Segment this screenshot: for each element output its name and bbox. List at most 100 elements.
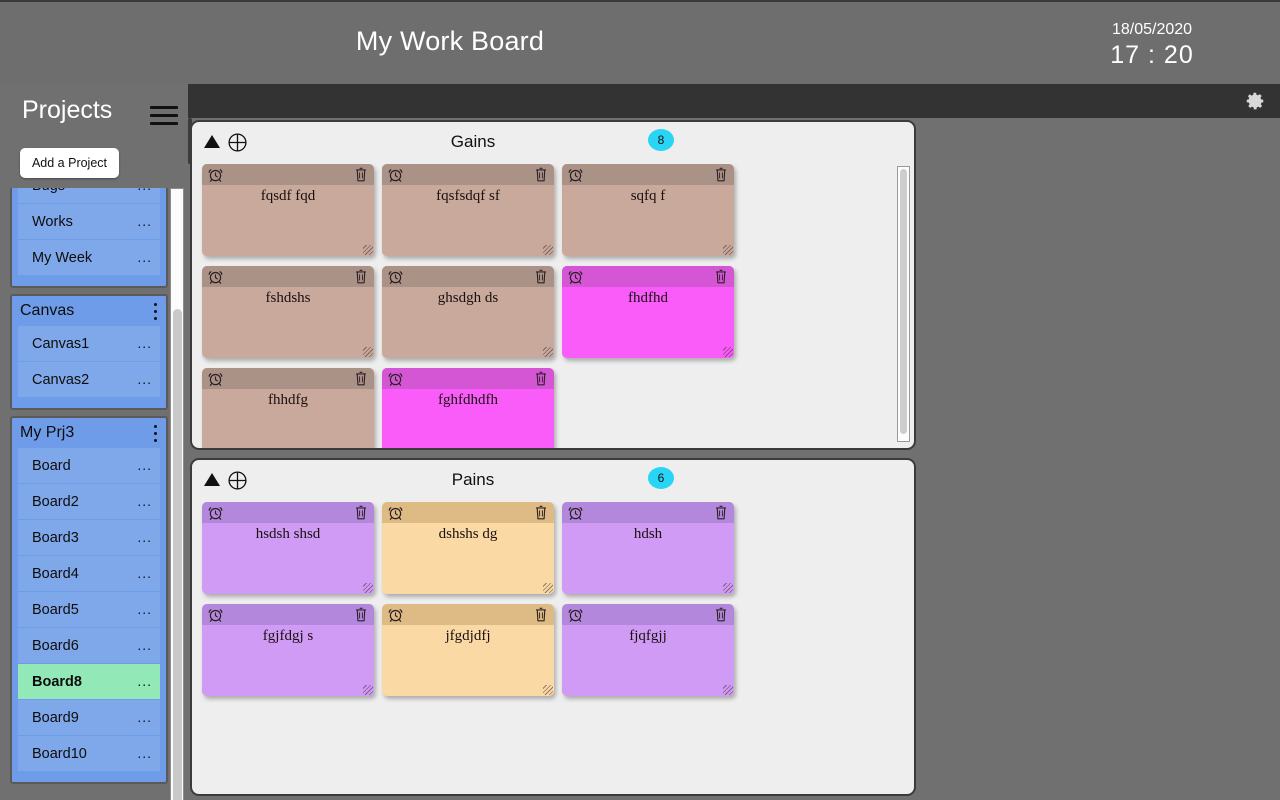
column-scrollbar[interactable] [897,166,910,442]
sidebar-item-menu-icon[interactable]: ... [137,674,152,688]
sidebar-item-board2[interactable]: Board2... [18,484,160,520]
column-card-list: hsdsh shsd dshshs dg hdsh fgjfdgj s jfgdjdfj… [192,502,914,794]
delete-card-icon[interactable] [714,166,728,183]
sidebar-item-menu-icon[interactable]: ... [137,638,152,652]
card[interactable]: sqfq f [562,164,734,256]
project-group-header[interactable]: Canvas [12,296,166,326]
card-header [202,502,374,523]
clock-widget: 18/05/2020 17 : 20 [1042,20,1262,70]
sidebar-item-label: Canvas1 [32,335,90,352]
card-resize-handle[interactable] [543,583,553,593]
card[interactable]: fhhdfg [202,368,374,448]
sidebar-item-menu-icon[interactable]: ... [137,494,152,508]
sidebar-item-menu-icon[interactable]: ... [137,602,152,616]
delete-card-icon[interactable] [534,166,548,183]
project-group-menu-icon[interactable] [154,303,158,320]
add-card-icon[interactable] [227,470,248,491]
card[interactable]: ghsdgh ds [382,266,554,358]
sidebar-item-works[interactable]: Works... [18,204,160,240]
card-resize-handle[interactable] [543,347,553,357]
card-resize-handle[interactable] [723,347,733,357]
card[interactable]: fjqfgjj [562,604,734,696]
triangle-up-icon[interactable] [204,135,220,148]
card-text: hsdsh shsd [255,526,321,542]
project-group: Canvas Canvas1... Canvas2... [10,294,168,410]
card[interactable]: fqsfsdqf sf [382,164,554,256]
delete-card-icon[interactable] [354,504,368,521]
sidebar-item-menu-icon[interactable]: ... [137,566,152,580]
card[interactable]: fghfdhdfh [382,368,554,448]
sidebar-item-menu-icon[interactable]: ... [137,530,152,544]
card-resize-handle[interactable] [543,685,553,695]
card-resize-handle[interactable] [363,583,373,593]
sidebar-item-bugs[interactable]: Bugs... [18,188,160,204]
gear-icon[interactable] [1244,90,1266,112]
card-resize-handle[interactable] [363,347,373,357]
delete-card-icon[interactable] [534,504,548,521]
sidebar-item-canvas1[interactable]: Canvas1... [18,326,160,362]
card-resize-handle[interactable] [723,583,733,593]
delete-card-icon[interactable] [714,504,728,521]
card[interactable]: fgjfdgj s [202,604,374,696]
sidebar-item-my-week[interactable]: My Week... [18,240,160,276]
sidebar-item-label: Board9 [32,709,79,726]
sidebar-item-canvas2[interactable]: Canvas2... [18,362,160,398]
sidebar-item-board6[interactable]: Board6... [18,628,160,664]
card-text: dshshs dg [438,526,498,542]
card-text: fqsdf fqd [260,188,316,204]
card[interactable]: jfgdjdfj [382,604,554,696]
delete-card-icon[interactable] [354,268,368,285]
delete-card-icon[interactable] [534,268,548,285]
sidebar-item-menu-icon[interactable]: ... [137,458,152,472]
card-resize-handle[interactable] [363,245,373,255]
add-project-button[interactable]: Add a Project [20,148,119,178]
sidebar-item-menu-icon[interactable]: ... [137,188,152,192]
sidebar-item-menu-icon[interactable]: ... [137,746,152,760]
triangle-up-icon[interactable] [204,473,220,486]
sidebar-item-menu-icon[interactable]: ... [137,250,152,264]
card-resize-handle[interactable] [723,685,733,695]
sidebar-item-board5[interactable]: Board5... [18,592,160,628]
card-header [382,604,554,625]
alarm-clock-icon [208,373,223,386]
delete-card-icon[interactable] [354,370,368,387]
sidebar-item-board8[interactable]: Board8... [18,664,160,700]
top-header-bar: My Work Board 18/05/2020 17 : 20 [0,0,1280,84]
card[interactable]: hdsh [562,502,734,594]
sidebar-item-board3[interactable]: Board3... [18,520,160,556]
sidebar-item-menu-icon[interactable]: ... [137,214,152,228]
current-date: 18/05/2020 [1111,21,1193,38]
card-header [562,604,734,625]
card[interactable]: dshshs dg [382,502,554,594]
delete-card-icon[interactable] [714,268,728,285]
sidebar-item-board9[interactable]: Board9... [18,700,160,736]
column-scrollbar-thumb[interactable] [900,169,907,434]
sidebar-scrollbar-thumb[interactable] [173,309,182,800]
sidebar-item-label: Board8 [32,673,82,690]
card[interactable]: fshdshs [202,266,374,358]
delete-card-icon[interactable] [714,606,728,623]
card[interactable]: hsdsh shsd [202,502,374,594]
delete-card-icon[interactable] [534,370,548,387]
project-group-menu-icon[interactable] [154,425,158,442]
sidebar-item-menu-icon[interactable]: ... [137,336,152,350]
sidebar-item-board[interactable]: Board... [18,448,160,484]
alarm-clock-icon [568,507,583,520]
card[interactable]: fhdfhd [562,266,734,358]
delete-card-icon[interactable] [534,606,548,623]
sidebar-item-menu-icon[interactable]: ... [137,710,152,724]
card[interactable]: fqsdf fqd [202,164,374,256]
delete-card-icon[interactable] [354,166,368,183]
sidebar-item-board10[interactable]: Board10... [18,736,160,772]
card-resize-handle[interactable] [543,245,553,255]
delete-card-icon[interactable] [354,606,368,623]
add-card-icon[interactable] [227,132,248,153]
hamburger-icon[interactable] [150,106,178,126]
sidebar-scrollbar[interactable] [170,188,184,800]
card-header [562,502,734,523]
sidebar-item-menu-icon[interactable]: ... [137,372,152,386]
card-resize-handle[interactable] [363,685,373,695]
sidebar-item-board4[interactable]: Board4... [18,556,160,592]
project-group-header[interactable]: My Prj3 [12,418,166,448]
card-resize-handle[interactable] [723,245,733,255]
